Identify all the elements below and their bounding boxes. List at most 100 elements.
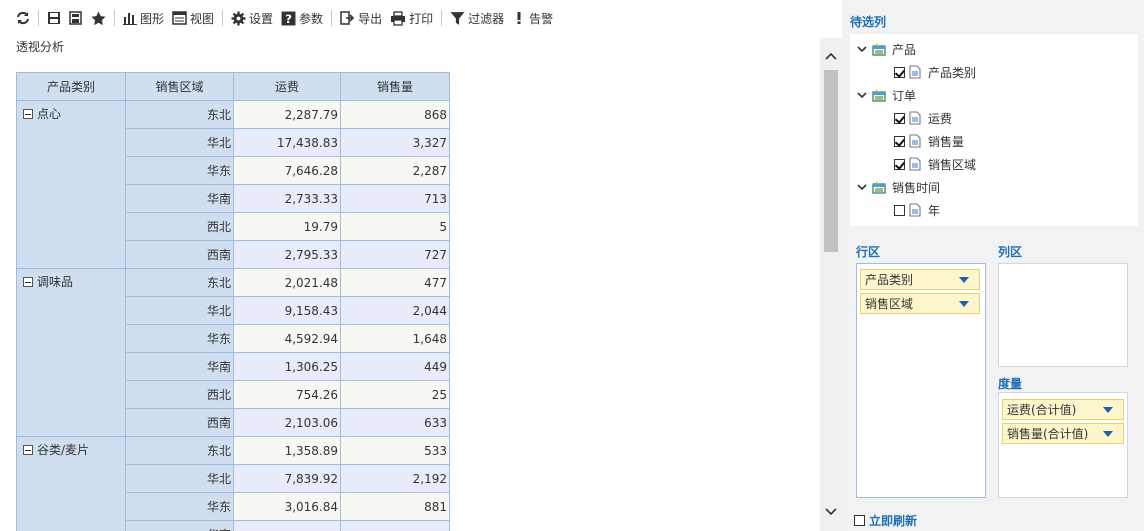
tree-field[interactable]: 销售量 — [894, 132, 964, 150]
gear-icon — [231, 11, 246, 25]
settings-button[interactable]: 设置 — [227, 6, 277, 30]
region-cell: 东北 — [125, 436, 234, 465]
qty-cell: 2,192 — [340, 464, 450, 493]
row-field-label: 产品类别 — [865, 273, 914, 287]
param-icon: ? — [281, 11, 296, 25]
save-as-button[interactable] — [65, 6, 87, 30]
measure-field-label: 运费(合计值) — [1007, 403, 1077, 417]
filter-button-label: 过滤器 — [468, 11, 505, 26]
toolbar-separator — [441, 10, 443, 26]
region-cell: 西北 — [125, 380, 234, 409]
scroll-up-icon[interactable] — [825, 52, 837, 60]
chevron-down-icon[interactable] — [856, 43, 868, 55]
params-button-label: 参数 — [299, 11, 324, 26]
alert-button[interactable]: 告警 — [508, 6, 557, 30]
field-checkbox[interactable] — [894, 66, 905, 78]
rows-drop-zone[interactable]: 产品类别 销售区域 — [856, 263, 986, 498]
column-header[interactable]: 运费 — [233, 72, 341, 101]
save-button[interactable] — [43, 6, 65, 30]
table-header-row: 产品类别 销售区域 运费 销售量 — [16, 72, 450, 101]
table-folder-icon — [872, 181, 886, 194]
category-label: 点心 — [37, 107, 62, 121]
field-checkbox[interactable] — [894, 204, 905, 216]
view-button-label: 视图 — [190, 11, 215, 26]
table-folder-icon — [872, 43, 886, 56]
scroll-down-icon[interactable] — [825, 508, 837, 516]
freight-cell: 2,103.06 — [233, 408, 341, 437]
region-cell: 西南 — [125, 240, 234, 269]
cols-zone-title: 列区 — [998, 245, 1023, 259]
column-header[interactable]: 销售区域 — [125, 72, 234, 101]
field-checkbox[interactable] — [894, 158, 905, 170]
region-cell: 东北 — [125, 100, 234, 129]
qty-cell: 727 — [340, 240, 450, 269]
collapse-icon[interactable] — [23, 109, 33, 119]
table-row: 调味品 东北 2,021.48 477 — [16, 268, 450, 437]
tree-field[interactable]: 年 — [894, 201, 940, 219]
dropdown-arrow-icon[interactable] — [959, 301, 969, 307]
export-button[interactable]: 导出 — [336, 6, 386, 30]
freight-cell: 3,016.84 — [233, 492, 341, 521]
view-icon — [172, 11, 187, 25]
tree-item-label: 年 — [928, 203, 941, 218]
region-cell: 华南 — [125, 352, 234, 381]
chart-icon — [123, 13, 137, 25]
field-icon — [909, 134, 921, 148]
field-checkbox[interactable] — [894, 112, 905, 124]
print-button[interactable]: 打印 — [386, 6, 437, 30]
freight-cell: 2,795.33 — [233, 240, 341, 269]
field-icon — [909, 157, 921, 171]
tree-item-label: 销售量 — [928, 134, 965, 149]
chevron-down-icon[interactable] — [856, 89, 868, 101]
column-header[interactable]: 销售量 — [340, 72, 450, 101]
qty-cell: 2,044 — [340, 296, 450, 325]
tree-field[interactable]: 运费 — [894, 109, 952, 127]
collapse-icon[interactable] — [23, 277, 33, 287]
field-checkbox[interactable] — [894, 135, 905, 147]
qty-cell: 25 — [340, 380, 450, 409]
measures-drop-zone[interactable]: 运费(合计值) 销售量(合计值) — [998, 392, 1128, 498]
measure-field-chip[interactable]: 运费(合计值) — [1002, 399, 1124, 420]
freight-cell: 17,438.83 — [233, 128, 341, 157]
tree-item-label: 产品 — [892, 42, 917, 57]
params-button[interactable]: ? 参数 — [277, 6, 327, 30]
filter-button[interactable]: 过滤器 — [446, 6, 508, 30]
category-label: 谷类/麦片 — [37, 443, 90, 457]
tree-folder[interactable]: 产品 — [856, 40, 916, 58]
toolbar-separator — [114, 10, 115, 26]
toolbar-separator — [222, 10, 224, 26]
tree-field[interactable]: 销售区域 — [894, 155, 976, 173]
view-button[interactable]: 视图 — [168, 6, 218, 30]
refresh-button[interactable] — [12, 6, 34, 30]
freight-cell: 1,358.89 — [233, 436, 341, 465]
dropdown-arrow-icon[interactable] — [1103, 431, 1113, 437]
tree-item-label: 订单 — [892, 88, 917, 103]
print-icon — [391, 10, 406, 26]
vertical-scrollbar[interactable] — [820, 38, 842, 531]
scrollbar-thumb[interactable] — [824, 70, 838, 252]
row-field-chip[interactable]: 产品类别 — [860, 269, 980, 290]
toolbar-separator — [38, 10, 39, 26]
auto-refresh-checkbox[interactable] — [854, 515, 865, 526]
qty-cell: 2,287 — [340, 156, 450, 185]
region-cell: 华北 — [125, 296, 234, 325]
column-header[interactable]: 产品类别 — [16, 72, 126, 101]
qty-cell: 881 — [340, 492, 450, 521]
measures-zone-title: 度量 — [998, 377, 1023, 391]
favorite-button[interactable] — [87, 6, 110, 30]
dropdown-arrow-icon[interactable] — [959, 277, 969, 283]
chevron-down-icon[interactable] — [856, 181, 868, 193]
print-button-label: 打印 — [409, 11, 434, 26]
collapse-icon[interactable] — [23, 445, 33, 455]
qty-cell: 477 — [340, 268, 450, 297]
tree-folder[interactable]: 销售时间 — [856, 178, 940, 196]
chart-button[interactable]: 图形 — [119, 6, 168, 30]
tree-folder[interactable]: 订单 — [856, 86, 916, 104]
cols-drop-zone[interactable] — [998, 263, 1128, 367]
auto-refresh-toggle[interactable]: 立即刷新 — [854, 512, 917, 529]
tree-field[interactable]: 产品类别 — [894, 63, 976, 81]
region-cell: 华南 — [125, 520, 234, 531]
measure-field-chip[interactable]: 销售量(合计值) — [1002, 423, 1124, 444]
dropdown-arrow-icon[interactable] — [1103, 407, 1113, 413]
row-field-chip[interactable]: 销售区域 — [860, 293, 980, 314]
